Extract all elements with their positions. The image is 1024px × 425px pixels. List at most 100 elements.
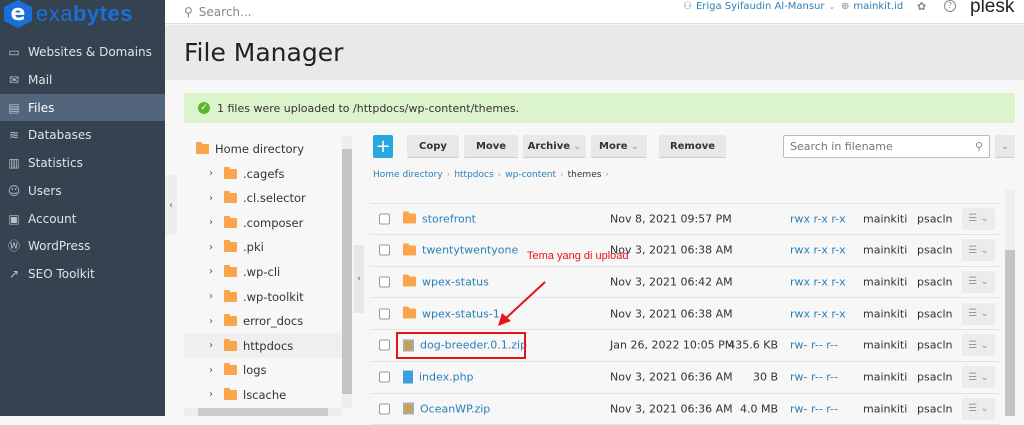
tree-item[interactable]: › lscache bbox=[184, 382, 342, 407]
tree-root[interactable]: Home directory bbox=[184, 136, 342, 161]
archive-button[interactable]: Archive ⌄ bbox=[523, 135, 586, 158]
sidebar-item-seo-toolkit[interactable]: ↗ SEO Toolkit bbox=[0, 260, 165, 287]
tree-horizontal-scrollbar[interactable] bbox=[184, 408, 342, 416]
exabytes-logo[interactable]: e exabytes bbox=[4, 0, 133, 28]
file-name-link[interactable]: index.php bbox=[403, 370, 474, 384]
table-row[interactable]: wpex-status Nov 3, 2021 06:42 AM rwx r-x r… bbox=[370, 266, 1000, 299]
chevron-right-icon[interactable]: › bbox=[204, 217, 218, 228]
tree-label: lscache bbox=[243, 387, 287, 402]
tree-item[interactable]: › .composer bbox=[184, 210, 342, 235]
table-row[interactable]: OceanWP.zip Nov 3, 2021 06:36 AM 4.0 MB rw-… bbox=[370, 393, 1000, 425]
more-button[interactable]: More ⌄ bbox=[591, 135, 647, 158]
chevron-right-icon[interactable]: › bbox=[204, 168, 218, 179]
file-name-link[interactable]: wpex-status bbox=[403, 274, 489, 288]
move-button[interactable]: Move bbox=[464, 135, 518, 158]
row-menu-button[interactable]: ☰ ⌄ bbox=[962, 207, 995, 230]
row-menu-button[interactable]: ☰ ⌄ bbox=[962, 334, 995, 357]
chevron-right-icon[interactable]: › bbox=[204, 316, 218, 327]
file-list-scrollbar[interactable] bbox=[1005, 190, 1015, 416]
add-button[interactable]: + bbox=[373, 135, 393, 158]
sidebar-item-mail[interactable]: ✉ Mail bbox=[0, 66, 165, 93]
chevron-right-icon[interactable]: › bbox=[204, 389, 218, 400]
user-icon: ⚇ bbox=[683, 0, 692, 12]
sidebar-item-account[interactable]: ▣ Account bbox=[0, 205, 165, 232]
extensions-icon[interactable]: ✿ bbox=[917, 0, 926, 13]
file-name-link[interactable]: OceanWP.zip bbox=[403, 402, 490, 415]
tree-item[interactable]: › httpdocs bbox=[184, 333, 342, 359]
owner: mainkiti bbox=[863, 275, 908, 289]
table-row[interactable]: wpex-status-1 Nov 3, 2021 06:38 AM rwx r-x… bbox=[370, 298, 1000, 331]
row-menu-button[interactable]: ☰ ⌄ bbox=[962, 239, 995, 262]
permissions-link[interactable]: rw- r-- r-- bbox=[790, 371, 838, 384]
file-name[interactable]: index.php bbox=[419, 371, 474, 384]
file-name[interactable]: OceanWP.zip bbox=[420, 402, 490, 415]
tree-item[interactable]: › error_docs bbox=[184, 309, 342, 334]
folder-icon: ▤ bbox=[8, 100, 20, 115]
remove-button[interactable]: Remove bbox=[659, 135, 726, 158]
tree-scrollbar[interactable] bbox=[342, 136, 352, 408]
permissions-link[interactable]: rwx r-x r-x bbox=[790, 307, 846, 320]
permissions-link[interactable]: rw- r-- r-- bbox=[790, 402, 838, 415]
sidebar-item-databases[interactable]: ≋ Databases bbox=[0, 121, 165, 148]
copy-button[interactable]: Copy bbox=[407, 135, 459, 158]
sidebar-item-users[interactable]: ☺ Users bbox=[0, 177, 165, 204]
page-title: File Manager bbox=[184, 38, 344, 67]
collapse-sidebar-handle[interactable]: ‹ bbox=[165, 175, 177, 235]
sidebar-item-statistics[interactable]: ▥ Statistics bbox=[0, 149, 165, 176]
permissions-link[interactable]: rwx r-x r-x bbox=[790, 244, 846, 257]
row-checkbox[interactable] bbox=[379, 371, 390, 383]
banner-text: 1 files were uploaded to /httpdocs/wp-co… bbox=[217, 101, 520, 115]
permissions-link[interactable]: rwx r-x r-x bbox=[790, 275, 846, 288]
chevron-right-icon[interactable]: › bbox=[204, 340, 218, 351]
table-row[interactable]: storefront Nov 8, 2021 09:57 PM rwx r-x r-… bbox=[370, 203, 1000, 235]
row-menu-button[interactable]: ☰ ⌄ bbox=[962, 397, 995, 420]
permissions-link[interactable]: rwx r-x r-x bbox=[790, 212, 846, 225]
table-row[interactable]: index.php Nov 3, 2021 06:36 AM 30 B rw- r--… bbox=[370, 362, 1000, 394]
tree-item[interactable]: › .pki bbox=[184, 235, 342, 260]
tree-item[interactable]: › .cl.selector bbox=[184, 186, 342, 211]
folder-icon bbox=[403, 274, 416, 287]
search-placeholder: Search in filename bbox=[790, 140, 893, 153]
tree-item[interactable]: › .wp-toolkit bbox=[184, 284, 342, 309]
tree-item[interactable]: › logs bbox=[184, 358, 342, 383]
filename-search-input[interactable]: Search in filename ⚲ bbox=[783, 135, 990, 158]
chevron-right-icon[interactable]: › bbox=[204, 365, 218, 376]
row-checkbox[interactable] bbox=[379, 213, 390, 224]
row-menu-button[interactable]: ☰ ⌄ bbox=[962, 366, 995, 388]
search-options-button[interactable]: ⌄ bbox=[995, 135, 1015, 158]
file-name-link[interactable]: storefront bbox=[403, 211, 476, 225]
chevron-right-icon[interactable]: › bbox=[204, 193, 218, 204]
splitter-handle[interactable]: ‹ bbox=[354, 245, 364, 313]
tree-item[interactable]: › .wp-cli bbox=[184, 259, 342, 284]
sidebar-item-websites-domains[interactable]: ▭ Websites & Domains bbox=[0, 38, 165, 65]
row-menu-button[interactable]: ☰ ⌄ bbox=[962, 302, 995, 325]
file-name[interactable]: twentytwentyone bbox=[422, 244, 518, 257]
menu-icon: ☰ bbox=[968, 403, 978, 415]
file-name-link[interactable]: twentytwentyone bbox=[403, 243, 518, 257]
row-checkbox[interactable] bbox=[379, 276, 390, 288]
tree-label: .cagefs bbox=[243, 166, 285, 181]
file-name[interactable]: wpex-status bbox=[422, 275, 489, 288]
tree-item[interactable]: › .cagefs bbox=[184, 161, 342, 186]
chevron-right-icon[interactable]: › bbox=[204, 291, 218, 302]
global-search[interactable]: ⚲ Search... bbox=[184, 5, 251, 19]
row-checkbox[interactable] bbox=[379, 339, 390, 351]
user-menu[interactable]: ⚇ Eriga Syifaudin Al-Mansur ⌄ bbox=[683, 0, 835, 12]
file-name[interactable]: wpex-status-1 bbox=[422, 307, 500, 320]
file-name-link[interactable]: wpex-status-1 bbox=[403, 306, 500, 320]
folder-icon bbox=[224, 338, 237, 351]
chevron-right-icon[interactable]: › bbox=[204, 242, 218, 253]
chevron-right-icon[interactable]: › bbox=[204, 266, 218, 277]
search-placeholder: Search... bbox=[198, 5, 252, 19]
row-checkbox[interactable] bbox=[379, 244, 390, 256]
sidebar-item-wordpress[interactable]: Ⓦ WordPress bbox=[0, 232, 165, 259]
domain-link[interactable]: ⊕ mainkit.id bbox=[841, 0, 903, 12]
row-checkbox[interactable] bbox=[379, 403, 390, 415]
file-name[interactable]: storefront bbox=[422, 212, 476, 225]
row-checkbox[interactable] bbox=[379, 308, 390, 320]
sidebar-item-files[interactable]: ▤ Files bbox=[0, 94, 165, 121]
table-row[interactable]: twentytwentyone Nov 3, 2021 06:38 AM rwx r… bbox=[370, 235, 1000, 267]
permissions-link[interactable]: rw- r-- r-- bbox=[790, 339, 838, 352]
row-menu-button[interactable]: ☰ ⌄ bbox=[962, 270, 995, 293]
help-icon[interactable]: ? bbox=[944, 0, 956, 12]
